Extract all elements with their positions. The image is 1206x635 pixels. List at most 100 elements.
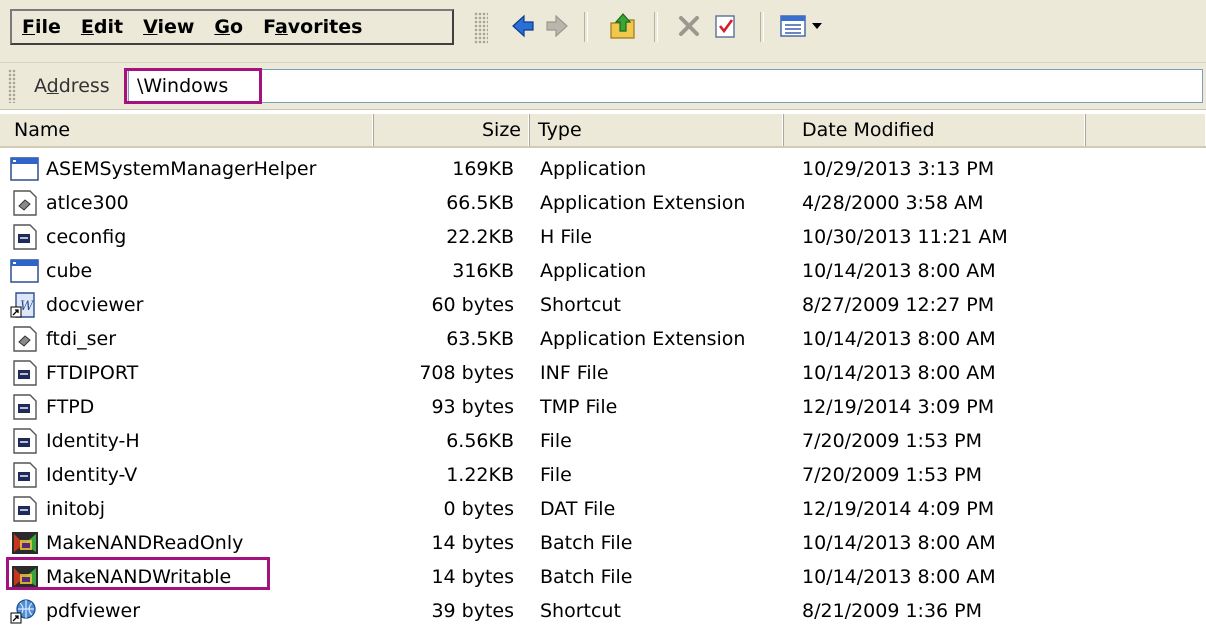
file-name: FTPD <box>46 396 95 418</box>
file-type: Application Extension <box>540 328 746 350</box>
menu-edit[interactable]: Edit <box>71 16 133 38</box>
column-header-type[interactable]: Type <box>530 114 784 146</box>
file-date-modified: 12/19/2014 4:09 PM <box>802 498 995 520</box>
file-type: Shortcut <box>540 294 621 316</box>
document-icon <box>10 360 40 386</box>
toolbar-separator <box>654 12 658 42</box>
file-type: Application Extension <box>540 192 746 214</box>
file-date-modified: 10/14/2013 8:00 AM <box>802 328 996 350</box>
toolbar: File Edit View Go Favorites <box>0 0 1206 63</box>
file-size: 0 bytes <box>443 498 514 520</box>
file-row[interactable]: ftdi_ser 63.5KB Application Extension 10/14… <box>0 322 1206 356</box>
file-row[interactable]: ASEMSystemManagerHelper 169KB Application 1… <box>0 152 1206 186</box>
menu-file[interactable]: File <box>12 16 71 38</box>
menu-go[interactable]: Go <box>204 16 253 38</box>
file-row[interactable]: initobj 0 bytes DAT File 12/19/2014 4:09 PM <box>0 492 1206 526</box>
pdf-shortcut-icon <box>10 598 40 624</box>
address-input[interactable]: \Windows <box>128 69 1203 103</box>
file-name: Identity-H <box>46 430 140 452</box>
menu-view[interactable]: View <box>133 16 204 38</box>
file-type: Batch File <box>540 532 633 554</box>
up-folder-icon <box>610 13 635 39</box>
file-size: 1.22KB <box>446 464 514 486</box>
file-date-modified: 10/29/2013 3:13 PM <box>802 158 995 180</box>
file-row[interactable]: Wdocviewer 60 bytes Shortcut 8/27/2009 12:2… <box>0 288 1206 322</box>
file-type: File <box>540 464 572 486</box>
document-icon <box>10 496 40 522</box>
back-arrow-icon <box>512 14 534 38</box>
up-button[interactable] <box>606 9 640 43</box>
file-name: docviewer <box>46 294 144 316</box>
menu-favorites[interactable]: Favorites <box>253 16 372 38</box>
document-icon <box>10 462 40 488</box>
file-row[interactable]: ceconfig 22.2KB H File 10/30/2013 11:21 AM <box>0 220 1206 254</box>
file-name: atlce300 <box>46 192 129 214</box>
column-header-row: Name Size Type Date Modified <box>0 114 1206 148</box>
file-row[interactable]: MakeNANDWritable 14 bytes Batch File 10/14/… <box>0 560 1206 594</box>
file-row[interactable]: MakeNANDReadOnly 14 bytes Batch File 10/14/… <box>0 526 1206 560</box>
file-row[interactable]: FTDIPORT 708 bytes INF File 10/14/2013 8:00… <box>0 356 1206 390</box>
file-size: 22.2KB <box>446 226 514 248</box>
file-size: 60 bytes <box>431 294 514 316</box>
document-icon <box>10 394 40 420</box>
menu-bar: File Edit View Go Favorites <box>10 9 454 45</box>
back-button[interactable] <box>506 9 540 43</box>
file-row[interactable]: FTPD 93 bytes TMP File 12/19/2014 3:09 PM <box>0 390 1206 424</box>
file-list: ASEMSystemManagerHelper 169KB Application 1… <box>0 152 1206 628</box>
file-type: File <box>540 430 572 452</box>
toolbar-grip[interactable] <box>474 12 488 44</box>
file-size: 93 bytes <box>431 396 514 418</box>
delete-icon <box>679 16 699 36</box>
file-date-modified: 8/27/2009 12:27 PM <box>802 294 995 316</box>
file-row[interactable]: atlce300 66.5KB Application Extension 4/28/… <box>0 186 1206 220</box>
column-header-size[interactable]: Size <box>374 114 530 146</box>
properties-icon <box>715 15 735 38</box>
file-name: MakeNANDWritable <box>46 566 232 588</box>
file-size: 39 bytes <box>431 600 514 622</box>
file-type: H File <box>540 226 593 248</box>
file-date-modified: 8/21/2009 1:36 PM <box>802 600 983 622</box>
file-name: Identity-V <box>46 464 138 486</box>
file-type: Shortcut <box>540 600 621 622</box>
column-header-empty[interactable] <box>1086 114 1206 146</box>
file-name: FTDIPORT <box>46 362 139 384</box>
dll-icon <box>10 190 40 216</box>
file-date-modified: 7/20/2009 1:53 PM <box>802 430 983 452</box>
document-icon <box>10 428 40 454</box>
file-date-modified: 7/20/2009 1:53 PM <box>802 464 983 486</box>
properties-button[interactable] <box>708 9 742 43</box>
views-dropdown[interactable] <box>776 9 828 43</box>
file-name: MakeNANDReadOnly <box>46 532 244 554</box>
address-label: Address <box>34 75 110 97</box>
toolbar-separator <box>760 12 764 42</box>
svg-text:W: W <box>20 299 35 314</box>
toolbar-separator <box>584 12 588 42</box>
file-size: 169KB <box>452 158 514 180</box>
file-date-modified: 10/14/2013 8:00 AM <box>802 260 996 282</box>
word-shortcut-icon: W <box>10 292 40 318</box>
file-size: 66.5KB <box>446 192 514 214</box>
file-date-modified: 4/28/2000 3:58 AM <box>802 192 984 214</box>
file-row[interactable]: Identity-V 1.22KB File 7/20/2009 1:53 PM <box>0 458 1206 492</box>
file-size: 708 bytes <box>419 362 514 384</box>
file-row[interactable]: Identity-H 6.56KB File 7/20/2009 1:53 PM <box>0 424 1206 458</box>
application-icon <box>10 258 40 284</box>
file-date-modified: 10/14/2013 8:00 AM <box>802 362 996 384</box>
forward-button[interactable] <box>540 9 574 43</box>
file-date-modified: 10/14/2013 8:00 AM <box>802 532 996 554</box>
file-name: pdfviewer <box>46 600 141 622</box>
column-header-date-modified[interactable]: Date Modified <box>784 114 1086 146</box>
file-row[interactable]: pdfviewer 39 bytes Shortcut 8/21/2009 1:36 … <box>0 594 1206 628</box>
file-type: INF File <box>540 362 609 384</box>
file-row[interactable]: cube 316KB Application 10/14/2013 8:00 AM <box>0 254 1206 288</box>
file-type: DAT File <box>540 498 616 520</box>
file-name: cube <box>46 260 93 282</box>
batch-file-icon <box>10 530 40 556</box>
file-name: ftdi_ser <box>46 328 117 350</box>
file-name: initobj <box>46 498 106 520</box>
file-size: 14 bytes <box>431 532 514 554</box>
address-bar-grip[interactable] <box>8 69 16 103</box>
file-date-modified: 10/30/2013 11:21 AM <box>802 226 1008 248</box>
delete-button[interactable] <box>672 9 706 43</box>
column-header-name[interactable]: Name <box>0 114 374 146</box>
